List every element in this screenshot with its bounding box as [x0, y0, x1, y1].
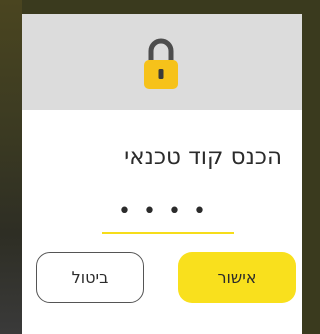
dialog-title: הכנס קוד טכנאי — [124, 144, 282, 170]
technician-code-dialog: הכנס קוד טכנאי ביטול אישור — [22, 14, 302, 334]
dialog-header — [22, 14, 302, 110]
background-page — [0, 0, 22, 334]
confirm-button[interactable]: אישור — [178, 252, 296, 303]
lock-icon — [144, 38, 178, 89]
pin-code-input[interactable] — [102, 190, 234, 234]
cancel-button[interactable]: ביטול — [36, 252, 144, 303]
